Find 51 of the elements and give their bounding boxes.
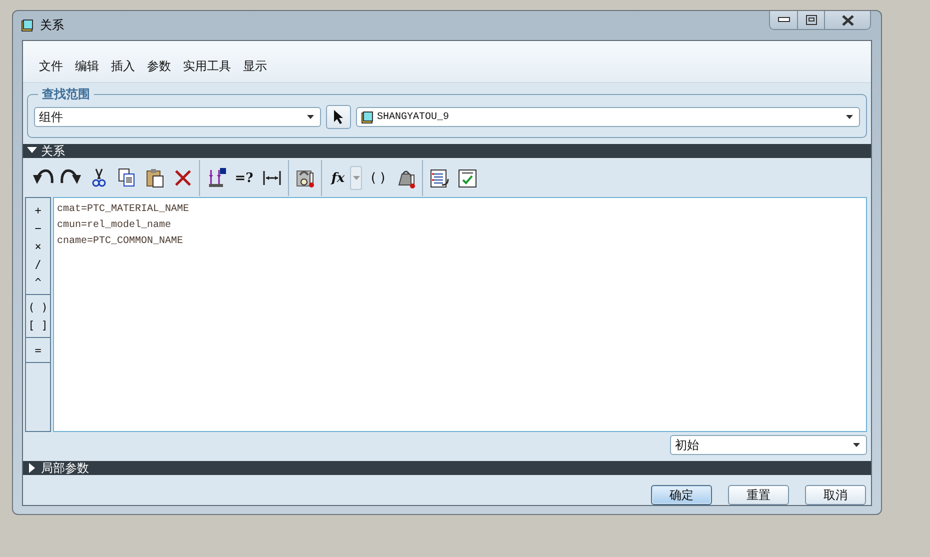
select-button[interactable] — [326, 105, 351, 129]
menu-item[interactable]: 显示 — [237, 58, 273, 75]
close-icon — [842, 14, 854, 26]
caret-icon — [307, 115, 314, 119]
menu-item[interactable]: 实用工具 — [177, 58, 237, 75]
caret-icon — [853, 443, 860, 447]
operator-button[interactable]: / — [28, 255, 48, 273]
section-header-bar[interactable]: 局部参数 — [23, 461, 871, 475]
function-button[interactable]: fx — [326, 166, 350, 190]
section-header-bar[interactable]: 关系 — [23, 144, 871, 158]
part-cube-icon — [361, 110, 374, 124]
part-cube-icon — [21, 19, 34, 32]
relation-line: cname=PTC_COMMON_NAME — [57, 235, 184, 249]
menu-item[interactable]: 文件 — [33, 58, 69, 75]
maximize-icon — [806, 15, 816, 25]
relations-editor[interactable]: cmat=PTC_MATERIAL_NAME cmun=rel_model_name cname=PTC_COMMON_NAME — [53, 197, 867, 432]
group-title: 查找范围 — [41, 86, 91, 103]
menu-item[interactable]: 插入 — [105, 58, 141, 75]
caret-icon — [352, 176, 360, 180]
menu-item[interactable]: 参数 — [141, 58, 177, 75]
section-title: 关系 — [41, 144, 65, 158]
brackets-button[interactable]: ( ) — [366, 166, 390, 190]
window-title: 关系 — [40, 17, 64, 34]
operator-button[interactable]: × — [28, 237, 48, 255]
dialog-button[interactable]: 取消 — [805, 485, 866, 505]
list-icon — [428, 167, 450, 189]
evaluate-button[interactable]: =? — [232, 166, 256, 190]
minimize-button[interactable] — [770, 11, 797, 29]
close-button[interactable] — [824, 11, 870, 29]
operator-button[interactable]: + — [28, 201, 48, 219]
section-title: 局部参数 — [41, 461, 89, 475]
dialog-button[interactable]: 确定 — [651, 485, 712, 505]
caret-icon — [846, 115, 853, 119]
model-dropdown[interactable]: SHANGYATOU_9 — [356, 107, 860, 127]
operator-button[interactable]: [ ] — [28, 316, 48, 334]
paste-icon — [144, 167, 166, 189]
cursor-arrow-icon — [332, 109, 344, 125]
operator-button[interactable]: − — [28, 219, 48, 237]
relation-line: cmun=rel_model_name — [57, 218, 172, 233]
menu-item[interactable]: 编辑 — [69, 58, 105, 75]
check-icon — [456, 167, 478, 189]
dialog-button[interactable]: 重置 — [728, 485, 789, 505]
operator-button[interactable]: ^ — [28, 273, 48, 291]
operator-button[interactable]: = — [28, 341, 48, 359]
filter-dropdown[interactable]: 初始 — [670, 435, 867, 455]
operator-button[interactable]: ( ) — [28, 298, 48, 316]
minimize-icon — [778, 17, 790, 23]
relation-line: cmat=PTC_MATERIAL_NAME — [57, 203, 190, 217]
maximize-button[interactable] — [797, 11, 824, 29]
scope-type-dropdown[interactable]: 组件 — [34, 107, 321, 127]
collapsed-triangle-icon — [27, 463, 37, 473]
